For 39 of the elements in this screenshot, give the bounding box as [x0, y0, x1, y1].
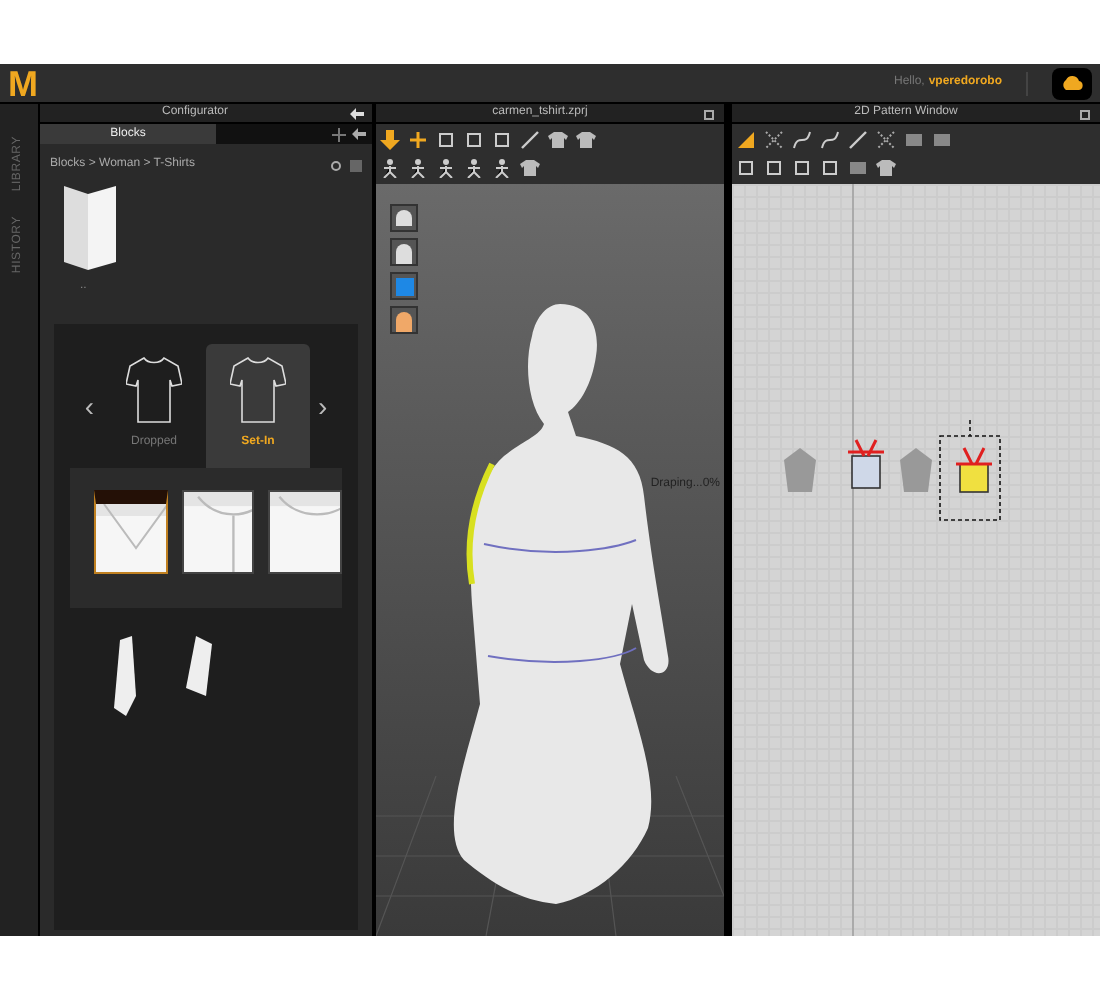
points-icon[interactable] — [876, 130, 896, 150]
account-button[interactable] — [1052, 67, 1092, 99]
figure-icon[interactable] — [464, 158, 484, 178]
neckline-option[interactable] — [94, 490, 168, 574]
figure-icon[interactable] — [436, 158, 456, 178]
square-icon[interactable] — [390, 272, 418, 300]
figure-icon[interactable] — [492, 158, 512, 178]
cloud-icon — [1060, 74, 1084, 92]
arrow-left-icon[interactable] — [350, 107, 364, 119]
previous-arrow[interactable]: ‹ — [84, 385, 94, 427]
neckline-drawing — [183, 492, 253, 572]
pen-icon[interactable] — [848, 130, 868, 150]
t-shirt-icon — [230, 356, 286, 424]
refresh-icon[interactable] — [330, 159, 342, 171]
t-shirt-icon — [126, 356, 182, 424]
list-view-icon[interactable] — [350, 159, 362, 171]
points-icon[interactable] — [764, 130, 784, 150]
neckline-option[interactable] — [181, 490, 255, 574]
maximize-icon[interactable] — [704, 107, 716, 119]
neckline-drawing — [96, 504, 166, 572]
maximize-icon[interactable] — [1080, 107, 1092, 119]
figure-icon[interactable] — [380, 158, 400, 178]
sleeve-piece-drawing — [114, 636, 138, 716]
sleeve-piece-drawing — [186, 636, 214, 700]
plus-icon[interactable] — [332, 127, 346, 141]
neckline-drawing — [270, 492, 341, 572]
folder-icon[interactable] — [60, 182, 120, 274]
avatar-icon[interactable] — [390, 306, 418, 334]
pen-icon[interactable] — [520, 130, 540, 150]
rectangle-icon[interactable] — [848, 158, 868, 178]
back-arrow-icon[interactable] — [352, 128, 366, 140]
figure-icon[interactable] — [408, 158, 428, 178]
app-logo: M — [8, 65, 38, 101]
next-arrow[interactable]: › — [318, 385, 328, 427]
arrow-down-icon[interactable] — [380, 130, 400, 150]
avatar-icon[interactable] — [390, 238, 418, 266]
plus-icon[interactable] — [408, 130, 428, 150]
triangle-icon[interactable] — [736, 130, 756, 150]
neckline-option[interactable] — [268, 490, 342, 574]
